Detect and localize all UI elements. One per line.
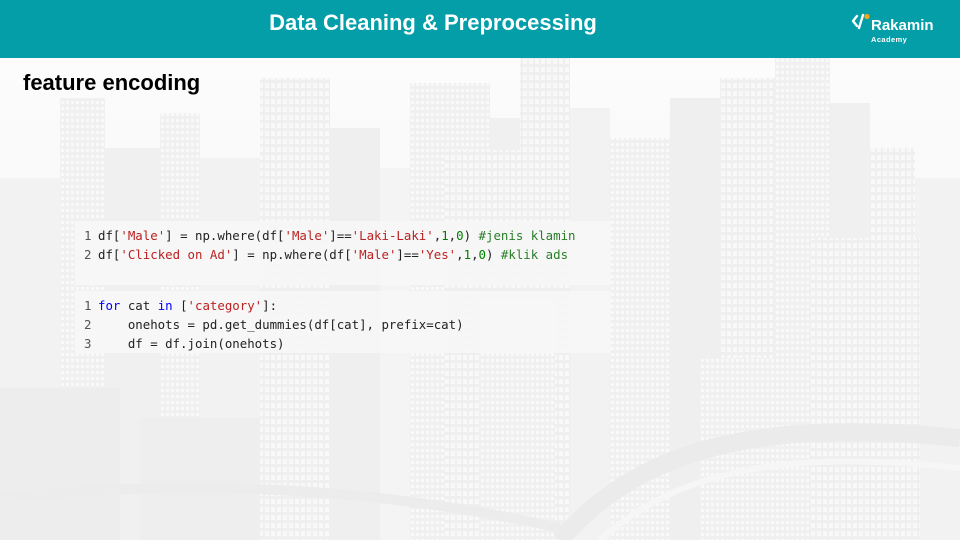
code-token: df = df.join(onehots) <box>98 336 285 351</box>
code-token: onehots = pd.get_dummies(df[cat], prefix… <box>98 317 464 332</box>
brand-logo: Rakamin Academy <box>851 12 951 46</box>
brand-name: Rakamin <box>871 17 934 34</box>
page-title: feature encoding <box>23 70 201 95</box>
code-token: 1 <box>463 247 472 262</box>
code-line: 1 for cat in ['category']: <box>75 296 611 315</box>
code-text: onehots = pd.get_dummies(df[cat], prefix… <box>98 315 464 334</box>
code-token: 0 <box>456 228 464 243</box>
code-slash-icon <box>851 13 871 36</box>
code-token: , <box>456 247 464 262</box>
code-token: 0 <box>478 247 486 262</box>
code-cell-1: 1 df['Male'] = np.where(df['Male']=='Laki… <box>75 221 611 285</box>
code-token: [ <box>172 298 188 313</box>
line-number: 2 <box>84 317 92 332</box>
code-token: ]== <box>396 247 419 262</box>
code-line: 2 df['Clicked on Ad'] = np.where(df['Male… <box>75 245 611 264</box>
code-token: 'Male' <box>284 228 330 243</box>
line-number: 1 <box>84 228 92 243</box>
code-line: 3 df = df.join(onehots) <box>75 334 611 353</box>
code-token: cat <box>120 298 158 313</box>
code-token: df[ <box>98 247 121 262</box>
code-token: ] = np.where(df[ <box>165 228 285 243</box>
code-token: 'Male' <box>120 228 166 243</box>
code-cell-2: 1 for cat in ['category']: 2 onehots = pd.… <box>75 291 611 353</box>
line-number: 3 <box>84 336 92 351</box>
code-token: ] = np.where(df[ <box>232 247 352 262</box>
code-token: 'Laki-Laki' <box>351 228 434 243</box>
code-token: 1 <box>441 228 449 243</box>
code-line: 2 onehots = pd.get_dummies(df[cat], pref… <box>75 315 611 334</box>
code-token: 'category' <box>187 298 263 313</box>
header-title: Data Cleaning & Preprocessing <box>269 10 597 35</box>
code-token: ) <box>486 247 501 262</box>
line-number: 1 <box>84 298 92 313</box>
line-number: 2 <box>84 247 92 262</box>
code-token: ) <box>463 228 479 243</box>
code-text: df = df.join(onehots) <box>98 334 285 353</box>
code-token: , <box>471 247 479 262</box>
code-text: df['Clicked on Ad'] = np.where(df['Male'… <box>98 245 568 264</box>
code-token: #klik ads <box>500 247 569 262</box>
code-token: ]: <box>262 298 278 313</box>
brand-tagline: Academy <box>871 35 908 44</box>
code-token: for <box>98 298 121 313</box>
code-token: 'Yes' <box>418 247 457 262</box>
code-token: in <box>157 298 173 313</box>
code-token: 'Male' <box>351 247 397 262</box>
code-token: ]== <box>329 228 352 243</box>
header-bar: Data Cleaning & Preprocessing Rakamin Ac… <box>0 0 960 58</box>
code-line: 1 df['Male'] = np.where(df['Male']=='Laki… <box>75 226 611 245</box>
code-token: 'Clicked on Ad' <box>120 247 233 262</box>
code-text: for cat in ['category']: <box>98 296 277 315</box>
code-text: df['Male'] = np.where(df['Male']=='Laki-… <box>98 226 576 245</box>
code-token: #jenis klamin <box>478 228 576 243</box>
code-token: df[ <box>98 228 121 243</box>
